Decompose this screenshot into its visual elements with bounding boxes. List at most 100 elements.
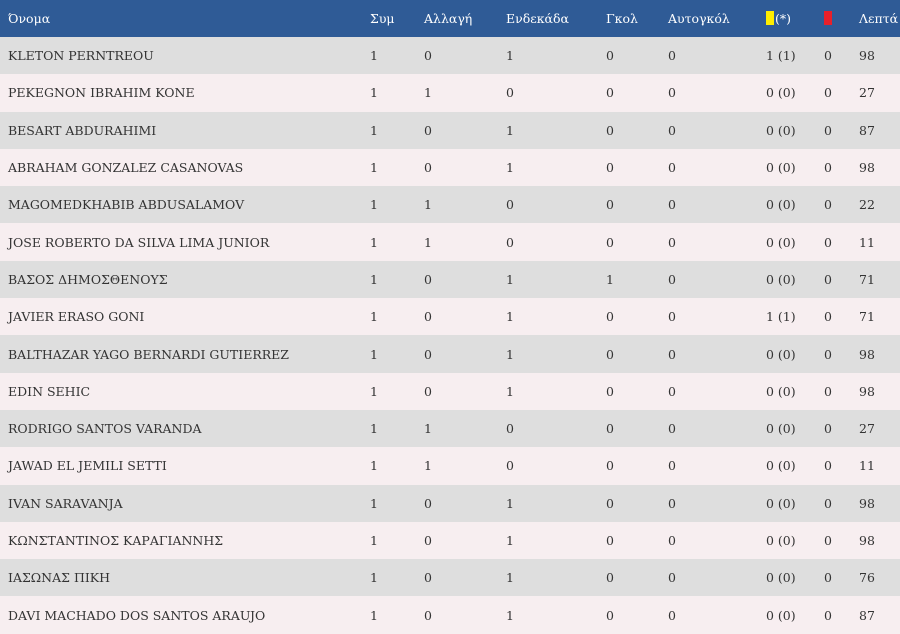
apps-cell: 1	[370, 495, 378, 511]
table-row[interactable]: JOSE ROBERTO DA SILVA LIMA JUNIOR 1 1 0 0 0 0 …	[0, 223, 900, 261]
player-name[interactable]: EDIN SEHIC	[0, 373, 370, 410]
sub-cell: 1	[424, 421, 432, 437]
goals-cell: 0	[606, 421, 614, 437]
yellow-cards-cell: 0 (0)	[766, 122, 796, 138]
header-red[interactable]	[824, 0, 859, 37]
header-own-goals[interactable]: Αυτογκόλ	[668, 0, 766, 37]
own-goals-cell: 0	[668, 570, 676, 586]
red-cards-cell: 0	[824, 346, 832, 362]
table-row[interactable]: KLETON PERNTREOU 1 0 1 0 0 1 (1) 0 98	[0, 37, 900, 75]
red-cards-cell: 0	[824, 48, 832, 64]
table-row[interactable]: IVAN SARAVANJA 1 0 1 0 0 0 (0) 0 98	[0, 484, 900, 522]
player-name[interactable]: RODRIGO SANTOS VARANDA	[0, 410, 370, 447]
red-card-icon	[824, 11, 832, 25]
player-name[interactable]: ΚΩΝΣΤΑΝΤΙΝΟΣ ΚΑΡΑΓΙΑΝΝΗΣ	[0, 522, 370, 559]
table-row[interactable]: ΚΩΝΣΤΑΝΤΙΝΟΣ ΚΑΡΑΓΙΑΝΝΗΣ 1 0 1 0 0 0 (0) 0 98	[0, 521, 900, 560]
player-stats-table: Όνομα Συμ Αλλαγή Ενδεκάδα Γκολ Αυτογκόλ …	[0, 0, 900, 634]
apps-cell: 1	[370, 421, 378, 437]
own-goals-cell: 0	[668, 48, 676, 64]
player-name[interactable]: PEKEGNON IBRAHIM KONE	[0, 74, 370, 111]
yellow-cards-cell: 0 (0)	[766, 234, 796, 250]
yellow-cards-cell: 0 (0)	[766, 346, 796, 362]
sub-cell: 0	[424, 533, 432, 548]
minutes-cell: 11	[859, 234, 875, 250]
start-cell: 1	[506, 48, 514, 64]
goals-cell: 0	[606, 346, 614, 362]
start-cell: 1	[506, 160, 514, 176]
start-cell: 0	[506, 458, 514, 474]
table-row[interactable]: ΒΑΣΟΣ ΔΗΜΟΣΘΕΝΟΥΣ 1 0 1 1 0 0 (0) 0 71	[0, 260, 900, 299]
header-yellow-suffix: (*)	[775, 11, 792, 26]
red-cards-cell: 0	[824, 234, 832, 250]
minutes-cell: 98	[859, 533, 875, 548]
sub-cell: 0	[424, 383, 432, 399]
player-name[interactable]: BALTHAZAR YAGO BERNARDI GUTIERREZ	[0, 335, 370, 372]
player-name[interactable]: JOSE ROBERTO DA SILVA LIMA JUNIOR	[0, 223, 370, 260]
yellow-cards-cell: 0 (0)	[766, 607, 796, 623]
yellow-cards-cell: 0 (0)	[766, 85, 796, 101]
goals-cell: 0	[606, 570, 614, 586]
yellow-cards-cell: 0 (0)	[766, 271, 796, 287]
own-goals-cell: 0	[668, 383, 676, 399]
sub-cell: 0	[424, 122, 432, 138]
header-name[interactable]: Όνομα	[0, 0, 370, 37]
table-row[interactable]: ΙΑΣΩΝΑΣ ΠΙΚΗ 1 0 1 0 0 0 (0) 0 76	[0, 559, 900, 597]
goals-cell: 0	[606, 197, 614, 213]
table-row[interactable]: BALTHAZAR YAGO BERNARDI GUTIERREZ 1 0 1 0 0 0 …	[0, 335, 900, 373]
table-row[interactable]: JAVIER ERASO GONI 1 0 1 0 0 1 (1) 0 71	[0, 298, 900, 336]
header-apps[interactable]: Συμ	[370, 0, 424, 37]
red-cards-cell: 0	[824, 271, 832, 287]
table-row[interactable]: EDIN SEHIC 1 0 1 0 0 0 (0) 0 98	[0, 372, 900, 410]
header-yellow[interactable]: (*)	[766, 0, 824, 37]
red-cards-cell: 0	[824, 607, 832, 623]
player-name[interactable]: BESART ABDURAHIMI	[0, 112, 370, 149]
player-name[interactable]: ΙΑΣΩΝΑΣ ΠΙΚΗ	[0, 559, 370, 596]
minutes-cell: 11	[859, 458, 875, 474]
table-row[interactable]: DAVI MACHADO DOS SANTOS ARAUJO 1 0 1 0 0 0 (0)…	[0, 596, 900, 634]
start-cell: 0	[506, 197, 514, 213]
header-start[interactable]: Ενδεκάδα	[506, 0, 606, 37]
goals-cell: 1	[606, 271, 614, 287]
table-row[interactable]: MAGOMEDKHABIB ABDUSALAMOV 1 1 0 0 0 0 (0) 0 22	[0, 186, 900, 224]
player-name[interactable]: JAVIER ERASO GONI	[0, 298, 370, 335]
own-goals-cell: 0	[668, 160, 676, 176]
table-row[interactable]: PEKEGNON IBRAHIM KONE 1 1 0 0 0 0 (0) 0 27	[0, 74, 900, 112]
start-cell: 0	[506, 421, 514, 437]
red-cards-cell: 0	[824, 421, 832, 437]
table-row[interactable]: JAWAD EL JEMILI SETTI 1 1 0 0 0 0 (0) 0 11	[0, 447, 900, 485]
start-cell: 1	[506, 570, 514, 586]
red-cards-cell: 0	[824, 122, 832, 138]
player-name[interactable]: KLETON PERNTREOU	[0, 37, 370, 74]
goals-cell: 0	[606, 234, 614, 250]
header-sub[interactable]: Αλλαγή	[424, 0, 506, 37]
player-name[interactable]: ABRAHAM GONZALEZ CASANOVAS	[0, 149, 370, 186]
own-goals-cell: 0	[668, 197, 676, 213]
sub-cell: 0	[424, 309, 432, 325]
minutes-cell: 76	[859, 570, 875, 586]
goals-cell: 0	[606, 607, 614, 623]
apps-cell: 1	[370, 383, 378, 399]
yellow-cards-cell: 0 (0)	[766, 495, 796, 511]
table-row[interactable]: ABRAHAM GONZALEZ CASANOVAS 1 0 1 0 0 0 (0) 0 98	[0, 148, 900, 187]
player-name[interactable]: JAWAD EL JEMILI SETTI	[0, 447, 370, 484]
table-row[interactable]: RODRIGO SANTOS VARANDA 1 1 0 0 0 0 (0) 0 27	[0, 409, 900, 448]
minutes-cell: 87	[859, 607, 875, 623]
yellow-cards-cell: 0 (0)	[766, 570, 796, 586]
sub-cell: 0	[424, 570, 432, 586]
apps-cell: 1	[370, 48, 378, 64]
own-goals-cell: 0	[668, 271, 676, 287]
start-cell: 1	[506, 309, 514, 325]
yellow-cards-cell: 1 (1)	[766, 309, 796, 325]
red-cards-cell: 0	[824, 458, 832, 474]
header-minutes[interactable]: Λεπτά	[859, 0, 900, 37]
yellow-cards-cell: 1 (1)	[766, 48, 796, 64]
own-goals-cell: 0	[668, 533, 676, 548]
player-name[interactable]: ΒΑΣΟΣ ΔΗΜΟΣΘΕΝΟΥΣ	[0, 261, 370, 298]
player-name[interactable]: IVAN SARAVANJA	[0, 485, 370, 522]
yellow-cards-cell: 0 (0)	[766, 197, 796, 213]
player-name[interactable]: MAGOMEDKHABIB ABDUSALAMOV	[0, 186, 370, 223]
start-cell: 0	[506, 85, 514, 101]
header-goals[interactable]: Γκολ	[606, 0, 668, 37]
table-row[interactable]: BESART ABDURAHIMI 1 0 1 0 0 0 (0) 0 87	[0, 111, 900, 149]
player-name[interactable]: DAVI MACHADO DOS SANTOS ARAUJO	[0, 596, 370, 633]
